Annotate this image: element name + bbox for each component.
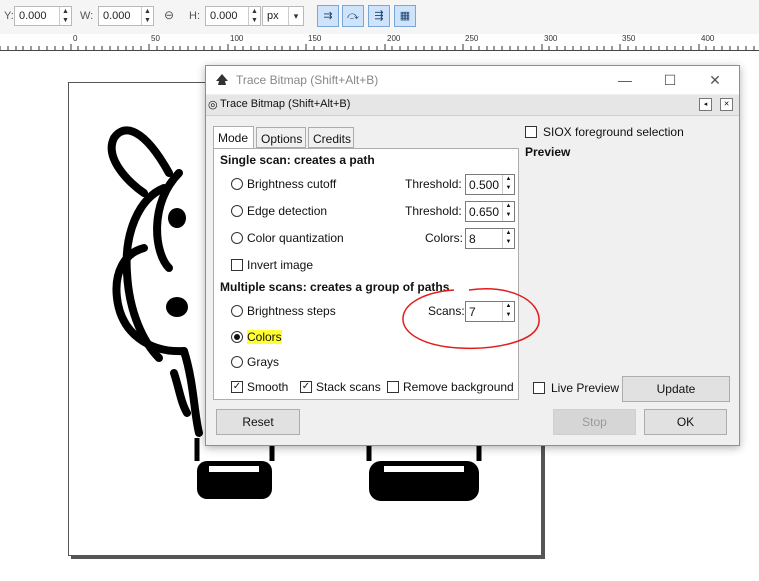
w-input[interactable]: 0.000 ▲ ▼ <box>98 6 154 26</box>
reset-button[interactable]: Reset <box>216 409 300 435</box>
live-preview-label: Live Preview <box>551 381 620 395</box>
window-title: Trace Bitmap (Shift+Alt+B) <box>236 73 379 87</box>
move-patterns-icon[interactable]: ▦ <box>394 5 416 27</box>
tab-label: Mode <box>218 131 249 145</box>
spinner-value: 8 <box>469 232 476 246</box>
reset-label: Reset <box>242 415 274 429</box>
update-label: Update <box>656 382 696 396</box>
remove-background-label: Remove background <box>403 380 514 394</box>
annotation-circle <box>402 288 540 350</box>
unit-select[interactable]: px ▾ <box>262 6 304 26</box>
siox-label: SIOX foreground selection <box>543 125 684 139</box>
radio-brightness-steps[interactable] <box>231 305 243 317</box>
maximize-icon[interactable]: ☐ <box>655 70 685 90</box>
edge-detection-label: Edge detection <box>247 204 328 218</box>
stack-scans-label: Stack scans <box>316 380 381 394</box>
ruler-label: 250 <box>465 34 479 43</box>
scale-stroke-icon[interactable]: ⇉ <box>317 5 339 27</box>
dock-header: ◎ Trace Bitmap (Shift+Alt+B) ◂ ✕ <box>206 95 739 116</box>
colors-label: Colors: <box>425 231 464 245</box>
spin-arrows-icon[interactable]: ▲ ▼ <box>141 7 153 25</box>
h-input[interactable]: 0.000 ▲ ▼ <box>205 6 261 26</box>
remove-background-checkbox[interactable] <box>387 381 399 393</box>
tab-options[interactable]: Options <box>256 127 306 148</box>
radio-edge-detection[interactable] <box>231 205 243 217</box>
threshold-label: Threshold: <box>405 204 462 218</box>
ruler-label: 0 <box>73 34 78 43</box>
invert-image-checkbox[interactable] <box>231 259 243 271</box>
title-bar[interactable]: Trace Bitmap (Shift+Alt+B) — ☐ ✕ <box>206 66 739 94</box>
stop-button[interactable]: Stop <box>553 409 636 435</box>
toolbar: Y: 0.000 ▲ ▼ W: 0.000 ▲ ▼ ⊖ H: 0.000 ▲ ▼ px… <box>0 0 759 34</box>
brightness-cutoff-label: Brightness cutoff <box>247 177 337 191</box>
color-quantization-label: Color quantization <box>247 231 344 245</box>
spin-arrows-icon[interactable]: ▲ ▼ <box>59 7 71 25</box>
w-value: 0.000 <box>103 10 131 22</box>
mode-panel: Single scan: creates a path Brightness c… <box>213 148 519 400</box>
smooth-label: Smooth <box>247 380 289 394</box>
iconify-icon[interactable]: ◂ <box>699 98 712 111</box>
invert-image-label: Invert image <box>247 258 314 272</box>
ruler-label: 100 <box>230 34 244 43</box>
close-icon[interactable]: ✕ <box>700 70 730 90</box>
tab-label: Options <box>261 132 303 146</box>
smooth-checkbox[interactable]: ✓ <box>231 381 243 393</box>
update-button[interactable]: Update <box>622 376 730 402</box>
stop-label: Stop <box>582 415 607 429</box>
radio-colors[interactable] <box>231 331 243 343</box>
grays-label: Grays <box>247 355 280 369</box>
ruler-label: 400 <box>701 34 715 43</box>
ok-label: OK <box>676 415 695 429</box>
spin-arrows-icon[interactable]: ▲ ▼ <box>248 7 260 25</box>
tab-label: Credits <box>313 132 352 146</box>
move-gradients-icon[interactable]: ⇶ <box>368 5 390 27</box>
ruler-ticks <box>0 44 755 50</box>
ruler-label: 50 <box>151 34 160 43</box>
spinner-value: 0.650 <box>469 205 500 219</box>
tab-mode[interactable]: Mode <box>213 126 254 149</box>
y-input[interactable]: 0.000 ▲ ▼ <box>14 6 72 26</box>
spin-arrows-icon[interactable]: ▲ ▼ <box>502 229 514 248</box>
radio-color-quantization[interactable] <box>231 232 243 244</box>
trace-icon: ◎ <box>208 99 218 111</box>
spin-arrows-icon[interactable]: ▲ ▼ <box>502 175 514 194</box>
lock-icon[interactable]: ⊖ <box>164 8 174 22</box>
panel-title: Trace Bitmap (Shift+Alt+B) <box>220 98 351 110</box>
live-preview-checkbox[interactable] <box>533 382 545 394</box>
ruler-label: 200 <box>387 34 401 43</box>
y-label: Y: <box>4 10 14 22</box>
h-value: 0.000 <box>210 10 238 22</box>
unit-value: px <box>267 10 279 22</box>
preview-header: Preview <box>525 145 571 159</box>
threshold-label: Threshold: <box>405 177 462 191</box>
radio-grays[interactable] <box>231 356 243 368</box>
y-value: 0.000 <box>19 10 47 22</box>
radio-brightness-cutoff[interactable] <box>231 178 243 190</box>
w-label: W: <box>80 10 94 22</box>
single-scan-header: Single scan: creates a path <box>220 153 375 167</box>
chevron-down-icon[interactable]: ▾ <box>288 7 303 25</box>
tab-credits[interactable]: Credits <box>308 127 354 148</box>
brightness-steps-label: Brightness steps <box>247 304 336 318</box>
horizontal-ruler: 0 50 100 150 200 250 300 350 400 <box>0 34 759 51</box>
minimize-icon[interactable]: — <box>610 70 640 90</box>
scale-corners-icon[interactable]: ⤼ <box>342 5 364 27</box>
inkscape-logo-icon <box>216 74 228 85</box>
spinner-value: 0.500 <box>469 178 500 192</box>
colors-spinner[interactable]: 8 ▲ ▼ <box>465 228 515 249</box>
siox-checkbox[interactable] <box>525 126 537 138</box>
trace-bitmap-dialog: Trace Bitmap (Shift+Alt+B) — ☐ ✕ ◎ Trace… <box>205 65 740 446</box>
threshold-edge-spinner[interactable]: 0.650 ▲ ▼ <box>465 201 515 222</box>
ruler-label: 350 <box>622 34 636 43</box>
threshold-brightness-spinner[interactable]: 0.500 ▲ ▼ <box>465 174 515 195</box>
ok-button[interactable]: OK <box>644 409 727 435</box>
ruler-label: 150 <box>308 34 322 43</box>
close-panel-icon[interactable]: ✕ <box>720 98 733 111</box>
colors-option-label: Colors <box>247 330 282 344</box>
h-label: H: <box>189 10 200 22</box>
spin-arrows-icon[interactable]: ▲ ▼ <box>502 202 514 221</box>
ruler-label: 300 <box>544 34 558 43</box>
stack-scans-checkbox[interactable]: ✓ <box>300 381 312 393</box>
